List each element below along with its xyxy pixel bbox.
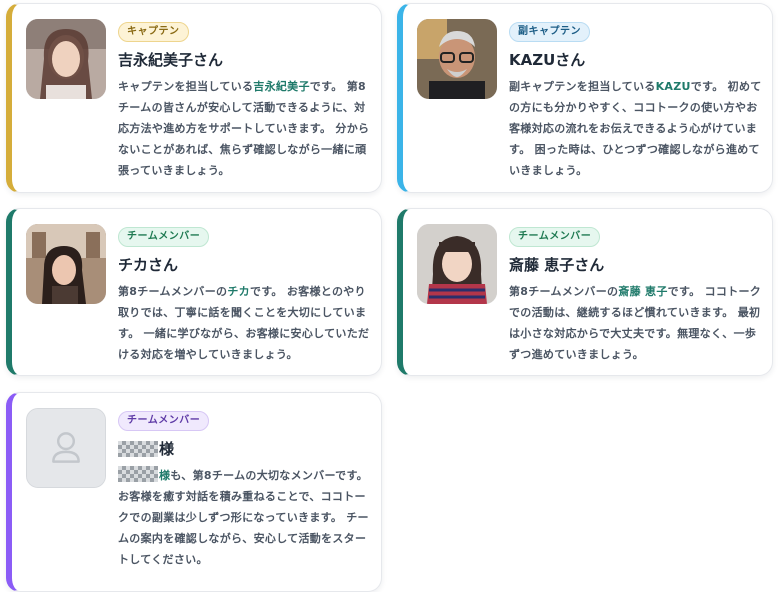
member-name: チカさん bbox=[118, 256, 179, 274]
avatar bbox=[417, 19, 497, 99]
member-name-highlight: 斎藤 恵子 bbox=[618, 285, 668, 298]
member-name-highlight: KAZU bbox=[655, 80, 691, 93]
member-description: 様も、第8チームの大切なメンバーです。 お客様を癒す対話を積み重ねることで、ココ… bbox=[118, 465, 371, 570]
member-card-masked: チームメンバー 様 様も、第8チームの大切なメンバーです。 お客様を癒す対話を積… bbox=[6, 392, 382, 592]
role-badge: 副キャプテン bbox=[509, 22, 590, 42]
avatar bbox=[417, 224, 497, 304]
member-card-vice-captain: 副キャプテン KAZUさん 副キャプテンを担当しているKAZUです。 初めての方… bbox=[397, 3, 773, 193]
role-badge: チームメンバー bbox=[118, 411, 210, 431]
member-description: 副キャプテンを担当しているKAZUです。 初めての方にも分かりやすく、ココトーク… bbox=[509, 80, 762, 177]
avatar bbox=[26, 224, 106, 304]
role-badge: チームメンバー bbox=[509, 227, 601, 247]
member-card-saito: チームメンバー 斎藤 恵子さん 第8チームメンバーの斎藤 恵子です。 ココトーク… bbox=[397, 208, 773, 376]
member-description: 第8チームメンバーのチカです。 お客様とのやり取りでは、丁寧に話を聞くことを大切… bbox=[118, 285, 370, 361]
member-name-highlight: 様 bbox=[159, 469, 171, 482]
member-description: 第8チームメンバーの斎藤 恵子です。 ココトークでの活動は、継続するほど慣れてい… bbox=[509, 285, 762, 361]
role-badge: キャプテン bbox=[118, 22, 189, 42]
masked-name bbox=[118, 441, 158, 457]
member-name: 斎藤 恵子さん bbox=[509, 256, 605, 274]
avatar bbox=[26, 19, 106, 99]
member-name: 吉永紀美子さん bbox=[118, 51, 224, 69]
profile-photo-icon bbox=[417, 224, 497, 304]
member-card-captain: キャプテン 吉永紀美子さん キャプテンを担当している吉永紀美子です。 第8チーム… bbox=[6, 3, 382, 193]
masked-name bbox=[118, 466, 158, 482]
member-name-highlight: 吉永紀美子 bbox=[253, 80, 310, 93]
member-description: キャプテンを担当している吉永紀美子です。 第8チームの皆さんが安心して活動できる… bbox=[118, 80, 370, 177]
member-name: 様 bbox=[118, 439, 371, 459]
user-placeholder-icon bbox=[27, 409, 105, 487]
profile-photo-icon bbox=[26, 224, 106, 304]
member-name: KAZUさん bbox=[509, 51, 586, 69]
profile-photo-icon bbox=[417, 19, 497, 99]
avatar bbox=[26, 408, 106, 488]
role-badge: チームメンバー bbox=[118, 227, 210, 247]
profile-photo-icon bbox=[26, 19, 106, 99]
member-name-highlight: チカ bbox=[227, 285, 250, 298]
member-card-chika: チームメンバー チカさん 第8チームメンバーのチカです。 お客様とのやり取りでは… bbox=[6, 208, 382, 376]
